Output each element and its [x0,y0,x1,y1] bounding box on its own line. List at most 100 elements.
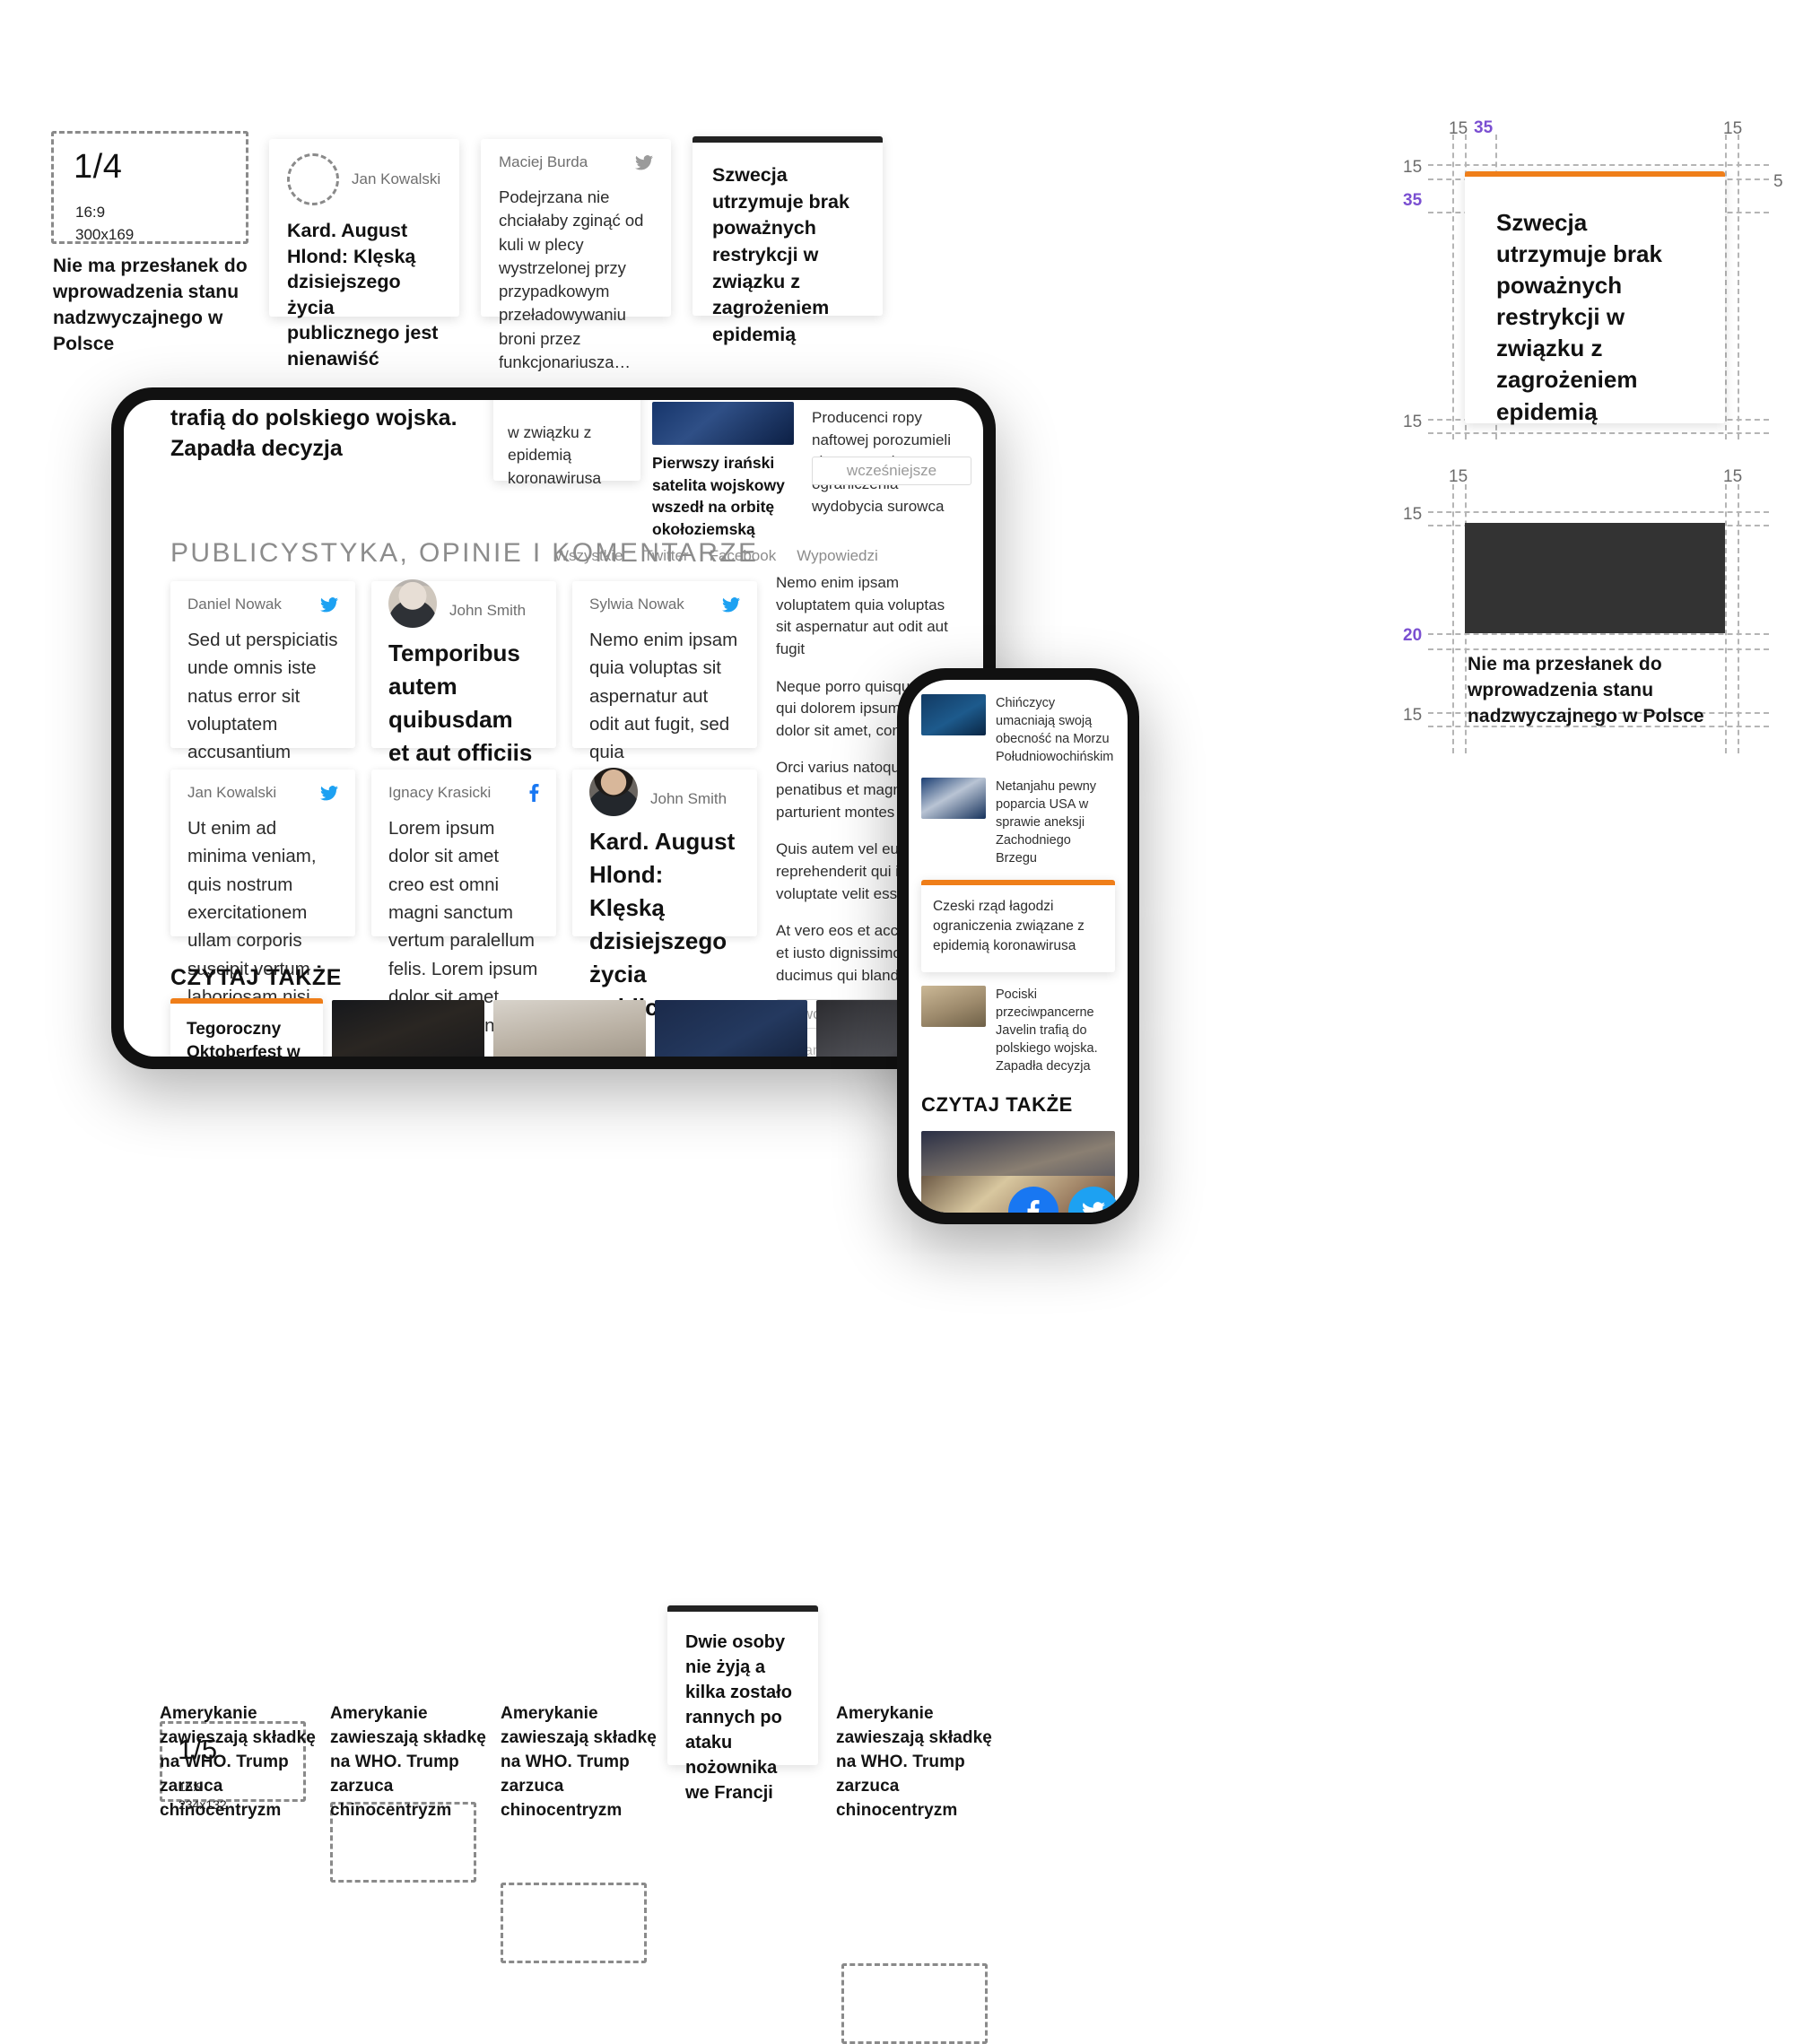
tablet-top-card[interactable]: w związku z epidemią koronawirusa [493,400,640,487]
guide-h [1428,511,1769,513]
opinion-card[interactable]: Daniel Nowak Sed ut perspiciatis unde om… [170,581,355,875]
phone-featured-title: Czeski rząd łagodzi ograniczenia związan… [933,899,1085,953]
bottom-caption-2: Amerykanie zawieszają składkę na WHO. Tr… [330,1704,486,1820]
facebook-icon [1027,1200,1040,1213]
czytaj-first-card-title: Tegoroczny Oktoberfest w Niemczech [187,1020,301,1057]
filter-twitter[interactable]: Twitter [644,547,689,565]
phone-list-item[interactable]: Netanjahu pewny poparcia USA w sprawie a… [921,778,1115,867]
card-headline: Dwie osoby nie żyją a kilka zostało rann… [685,1632,792,1803]
guide-v [1452,135,1454,439]
phone-list-title: Netanjahu pewny poparcia USA w sprawie a… [996,779,1097,865]
bottom-caption-5: Amerykanie zawieszają składkę na WHO. Tr… [836,1704,992,1820]
czytaj-first-card[interactable]: Tegoroczny Oktoberfest w Niemczech [170,998,323,1057]
phone-device: Chińczycy umacniają swoją obecność na Mo… [897,668,1139,1224]
satellite-title[interactable]: Pierwszy irański satelita wojskowy wszed… [652,452,800,540]
author-name: Daniel Nowak [187,596,282,613]
spec-article-card[interactable]: Szwecja utrzymuje brak poważnych restryk… [1465,171,1725,425]
spec-article-image [1465,523,1725,633]
card-headline: Szwecja utrzymuje brak poważnych restryk… [712,164,849,345]
phone-screen: Chińczycy umacniają swoją obecność na Mo… [909,680,1128,1213]
avatar [388,579,437,628]
placeholder-fraction: 1/4 [74,148,123,186]
phone-list-title: Pociski przeciwpancerne Javelin trafią d… [996,987,1098,1074]
author-row: John Smith [589,768,740,816]
spec-mark-top-right: 15 [1723,119,1743,138]
aircraft-carrier-thumbnail [921,694,986,735]
earlier-button[interactable]: wcześniejsze [812,457,971,485]
phone-list-item[interactable]: Pociski przeciwpancerne Javelin trafią d… [921,986,1115,1075]
czytaj-thumb-concert[interactable] [332,1000,484,1057]
opinion-card[interactable]: John Smith Kard. August Hlond: Klęską dz… [572,768,757,1053]
spec-mark-left-bottom: 15 [1403,413,1423,431]
author-name: Maciej Burda [499,153,588,170]
guide-h [1428,164,1769,166]
opinion-card-kowalski[interactable]: Jan Kowalski Kard. August Hlond: Klęską … [269,139,459,370]
tablet-screen: trafią do polskiego wojska. Zapadła decy… [124,400,983,1057]
facebook-icon [529,784,539,802]
spec-article-caption: Nie ma przesłanek do wprowadzenia stanu … [1468,654,1704,726]
phone-czytaj-title: CZYTAJ TAKŻE [921,1093,1073,1116]
placeholder-meta: 16:9 300x169 [75,202,134,246]
spec-mark-top-left: 15 [1449,119,1468,138]
author-row: John Smith [388,579,539,628]
guide-v [1725,135,1727,439]
opinion-card[interactable]: Ignacy Krasicki Lorem ipsum dolor sit am… [371,770,556,1057]
placeholder-card-quarter: 1/4 16:9 300x169 [51,131,248,244]
avatar-placeholder-icon [287,153,339,205]
author-name: John Smith [650,790,727,807]
article-card-szwecja[interactable]: Szwecja utrzymuje brak poważnych restryk… [693,136,883,345]
author-name: Ignacy Krasicki [388,784,492,801]
author-name: Jan Kowalski [187,784,277,801]
placeholder-card-3 [501,1883,647,1963]
czytaj-takze-title: CZYTAJ TAKŻE [170,965,342,990]
tablet-device: trafią do polskiego wojska. Zapadła decy… [111,387,996,1069]
czytaj-thumb-soldier[interactable] [493,1000,646,1057]
opinion-card-burda[interactable]: Maciej Burda Podejrzana nie chciałaby zg… [481,139,671,371]
opinion-card[interactable]: John Smith Temporibus autem quibusdam et… [371,579,556,931]
author-row: Jan Kowalski [287,153,441,205]
phone-list-title: Chińczycy umacniają swoją obecność na Mo… [996,696,1114,764]
guide-h [1428,648,1769,650]
bottom-caption-3: Amerykanie zawieszają składkę na WHO. Tr… [501,1704,657,1820]
spec-mark-top-left: 15 [1449,467,1468,486]
guide-h [1428,432,1769,434]
author-name: Sylwia Nowak [589,596,684,613]
placeholder-card-5 [841,1963,988,2044]
phone-featured-card[interactable]: Czeski rząd łagodzi ograniczenia związan… [921,880,1115,972]
card-quote: Podejrzana nie chciałaby zginąć od kuli … [499,187,644,371]
spec-mark-right: 5 [1773,172,1783,191]
author-row: Sylwia Nowak [589,596,740,613]
author-row: Ignacy Krasicki [388,784,539,802]
czytaj-thumb-nato[interactable] [655,1000,807,1057]
guide-v [1738,135,1739,439]
filter-wszystkie[interactable]: Wszystkie [554,547,623,565]
phone-list-item[interactable]: Chińczycy umacniają swoją obecność na Mo… [921,694,1115,766]
author-row: Maciej Burda [499,153,653,171]
tablet-top-card-text: w związku z epidemią koronawirusa [508,423,602,487]
article-card-knife[interactable]: Dwie osoby nie żyją a kilka zostało rann… [667,1605,818,1803]
bottom-caption-1: Amerykanie zawieszają składkę na WHO. Tr… [160,1704,316,1820]
spec-mark-left-violet: 35 [1403,191,1423,210]
placeholder-ratio: 16:9 [75,204,106,221]
javelin-thumbnail [921,986,986,1027]
filter-facebook[interactable]: Facebook [710,547,777,565]
spec-panel-top: 15 35 15 15 35 5 15 Szwecja utrzymuje br… [1372,108,1794,448]
filter-wypowiedzi[interactable]: Wypowiedzi [797,547,878,565]
spec-mark-top-right: 15 [1723,467,1743,486]
opinion-card[interactable]: Sylwia Nowak Nemo enim ipsam quia volupt… [572,581,757,848]
satellite-thumbnail [652,402,794,445]
guide-h [1428,633,1769,635]
spec-mark-top-left-violet: 35 [1474,118,1494,137]
twitter-icon [320,596,338,612]
sidebar-item[interactable]: Nemo enim ipsam voluptatem quia voluptas… [776,572,963,661]
spec-mark-left-bottom: 15 [1403,706,1423,725]
spec-mark-left-top: 15 [1403,505,1423,524]
author-row: Jan Kowalski [187,784,338,802]
opinion-card[interactable]: Jan Kowalski Ut enim ad minima veniam, q… [170,770,355,1057]
twitter-icon [320,785,338,800]
twitter-icon [1083,1202,1105,1213]
placeholder-card-caption: Nie ma przesłanek do wprowadzenia stanu … [53,256,248,354]
twitter-icon [635,154,653,170]
spec-card-headline: Szwecja utrzymuje brak poważnych restryk… [1496,209,1662,425]
netanjahu-thumbnail [921,778,986,819]
